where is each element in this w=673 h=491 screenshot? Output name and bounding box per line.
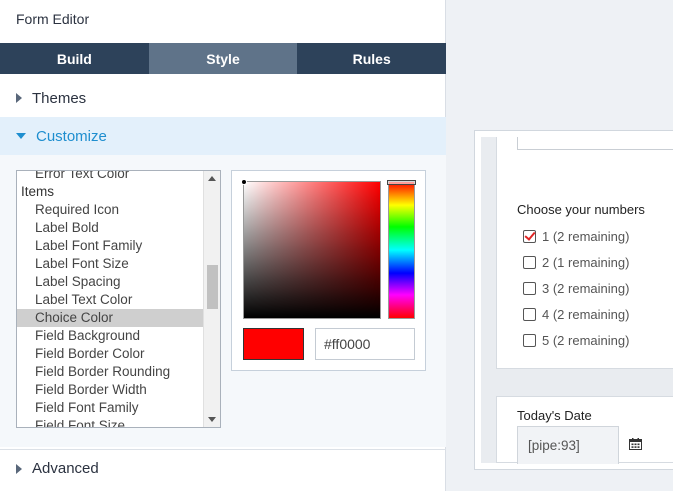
choices-field-card[interactable]: Choose your numbers 1 (2 remaining) 2 (1… bbox=[496, 137, 673, 369]
choices-label: Choose your numbers bbox=[517, 202, 645, 217]
choice-option-5[interactable]: 5 (2 remaining) bbox=[523, 332, 629, 348]
list-item[interactable]: Error Text Color bbox=[17, 171, 205, 183]
list-item[interactable]: Label Spacing bbox=[17, 273, 205, 291]
list-item[interactable]: Required Icon bbox=[17, 201, 205, 219]
list-item[interactable]: Label Bold bbox=[17, 219, 205, 237]
date-field-card[interactable]: Today's Date [pipe:93] bbox=[496, 396, 673, 464]
section-customize-label: Customize bbox=[36, 127, 107, 145]
scrollbar-thumb[interactable] bbox=[207, 265, 218, 309]
choice-checkbox-checked[interactable] bbox=[523, 229, 536, 243]
section-themes-label: Themes bbox=[32, 89, 87, 107]
scroll-down-arrow-icon[interactable] bbox=[208, 417, 216, 422]
list-item[interactable]: Label Font Family bbox=[17, 237, 205, 255]
choice-label: 4 (2 remaining) bbox=[542, 306, 630, 322]
list-item[interactable]: Label Text Color bbox=[17, 291, 205, 309]
form-editor-panel: Form Editor Build Style Rules Themes Cus… bbox=[0, 0, 446, 491]
section-advanced-label: Advanced bbox=[32, 460, 99, 477]
scroll-up-arrow-icon[interactable] bbox=[208, 176, 216, 181]
section-advanced[interactable]: Advanced bbox=[0, 449, 446, 487]
form-preview: Choose your numbers 1 (2 remaining) 2 (1… bbox=[474, 130, 673, 470]
hue-slider-handle[interactable] bbox=[387, 180, 416, 185]
tab-style[interactable]: Style bbox=[148, 43, 298, 74]
section-themes[interactable]: Themes bbox=[0, 79, 446, 117]
hex-color-input[interactable] bbox=[315, 328, 415, 360]
choice-label: 1 (2 remaining) bbox=[542, 228, 630, 244]
listbox-scrollbar[interactable] bbox=[203, 171, 220, 427]
tab-build[interactable]: Build bbox=[0, 43, 149, 74]
list-item[interactable]: Field Font Family bbox=[17, 399, 205, 417]
choice-checkbox[interactable] bbox=[523, 333, 536, 347]
section-customize[interactable]: Customize bbox=[0, 117, 446, 155]
choice-option-1[interactable]: 1 (2 remaining) bbox=[523, 228, 629, 244]
choice-checkbox[interactable] bbox=[523, 255, 536, 269]
calendar-icon[interactable] bbox=[629, 438, 642, 450]
customize-body: Error Text Color Items Required Icon Label … bbox=[0, 155, 446, 447]
form-preview-canvas: Choose your numbers 1 (2 remaining) 2 (1… bbox=[481, 137, 673, 464]
list-group-header: Items bbox=[21, 184, 55, 199]
color-picker bbox=[231, 170, 426, 371]
tab-rules[interactable]: Rules bbox=[297, 43, 446, 74]
editor-tabs: Build Style Rules bbox=[0, 43, 446, 74]
chevron-down-icon bbox=[16, 133, 26, 139]
property-list-items: Error Text Color Items Required Icon Label … bbox=[17, 171, 205, 427]
list-item[interactable]: Choice Color bbox=[17, 309, 205, 327]
list-item[interactable]: Label Font Size bbox=[17, 255, 205, 273]
choice-label: 3 (2 remaining) bbox=[542, 280, 630, 296]
list-item[interactable]: Field Border Rounding bbox=[17, 363, 205, 381]
saturation-value-area[interactable] bbox=[241, 179, 381, 319]
editor-title: Form Editor bbox=[16, 11, 90, 27]
choice-label: 2 (1 remaining) bbox=[542, 254, 630, 270]
list-item[interactable]: Field Font Size bbox=[17, 417, 205, 427]
choice-checkbox[interactable] bbox=[523, 281, 536, 295]
choice-label: 5 (2 remaining) bbox=[542, 332, 630, 348]
choice-option-2[interactable]: 2 (1 remaining) bbox=[523, 254, 629, 270]
chevron-right-icon bbox=[16, 93, 22, 103]
previous-field-input[interactable] bbox=[517, 137, 673, 150]
list-item[interactable]: Field Border Width bbox=[17, 381, 205, 399]
date-input[interactable]: [pipe:93] bbox=[517, 426, 619, 464]
list-item[interactable]: Field Border Color bbox=[17, 345, 205, 363]
choice-option-3[interactable]: 3 (2 remaining) bbox=[523, 280, 629, 296]
hue-slider[interactable] bbox=[387, 180, 416, 319]
list-item[interactable]: Field Background bbox=[17, 327, 205, 345]
choice-checkbox[interactable] bbox=[523, 307, 536, 321]
saturation-handle[interactable] bbox=[241, 179, 247, 185]
chevron-right-icon bbox=[16, 463, 22, 474]
choice-option-4[interactable]: 4 (2 remaining) bbox=[523, 306, 629, 322]
color-swatch bbox=[243, 328, 304, 360]
property-listbox[interactable]: Error Text Color Items Required Icon Label … bbox=[16, 170, 221, 428]
date-label: Today's Date bbox=[517, 408, 592, 423]
